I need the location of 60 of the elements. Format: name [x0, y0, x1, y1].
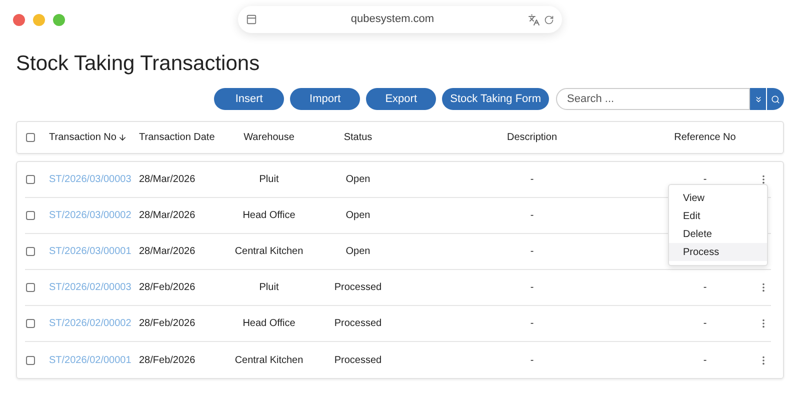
table-cell-text: 28/Mar/2026: [139, 245, 196, 259]
sidebar-icon[interactable]: [246, 14, 257, 25]
table-cell-text: -: [529, 173, 535, 187]
menu-item[interactable]: Edit: [669, 207, 767, 225]
table-cell-text: -: [529, 245, 535, 259]
table-cell-text: -: [529, 281, 535, 295]
table-cell-text: Processed: [333, 317, 383, 331]
toolbar-button[interactable]: Stock Taking Form: [442, 88, 549, 110]
row-checkbox[interactable]: [26, 133, 35, 142]
column-header[interactable]: Reference No: [657, 130, 753, 145]
table-cell-text: Central Kitchen: [234, 354, 304, 368]
table-cell-text: Open: [344, 209, 372, 223]
double-chevron-down-icon: [754, 94, 762, 104]
search-icon: [771, 94, 780, 104]
column-header[interactable]: Transaction No: [49, 130, 139, 145]
table-cell-text: 28/Feb/2026: [139, 317, 196, 331]
table-cell-text: Processed: [333, 281, 383, 295]
url-text: qubesystem.com: [350, 12, 436, 28]
table-cell-text: -: [529, 209, 535, 223]
table-cell-text: -: [702, 281, 708, 295]
table-cell-text: Pluit: [258, 281, 280, 295]
menu-item[interactable]: Delete: [669, 225, 767, 243]
table-cell-text: -: [702, 317, 708, 331]
table-cell-text: Open: [344, 173, 372, 187]
row-checkbox[interactable]: [26, 356, 35, 364]
column-header[interactable]: Warehouse: [229, 130, 309, 145]
search-field[interactable]: Search ...: [556, 88, 750, 110]
row-checkbox[interactable]: [26, 211, 35, 220]
table-cell-text: Processed: [333, 354, 383, 368]
table-cell-text: 28/Feb/2026: [139, 354, 196, 368]
table-cell-text: -: [529, 354, 535, 368]
column-header[interactable]: Description: [407, 130, 657, 145]
row-checkbox[interactable]: [26, 247, 35, 256]
column-header[interactable]: Transaction Date: [139, 130, 229, 145]
menu-item[interactable]: Process: [669, 243, 767, 261]
translate-icon[interactable]: [528, 14, 540, 26]
toolbar-button[interactable]: Export: [366, 88, 436, 110]
table-cell-text: 28/Mar/2026: [139, 173, 196, 187]
table-cell-text: -: [702, 173, 708, 187]
toolbar-button[interactable]: Import: [290, 88, 360, 110]
table-cell-text: -: [529, 317, 535, 331]
toolbar-button[interactable]: Insert: [214, 88, 284, 110]
search-button[interactable]: [767, 88, 784, 110]
row-checkbox[interactable]: [26, 319, 35, 328]
column-header[interactable]: Status: [309, 130, 407, 145]
page-title: Stock Taking Transactions: [16, 51, 261, 77]
row-checkbox[interactable]: [26, 175, 35, 184]
expand-search-button[interactable]: [750, 88, 767, 110]
table-cell-text: Head Office: [242, 317, 296, 331]
table-cell-text: Pluit: [258, 173, 280, 187]
reload-icon[interactable]: [544, 14, 554, 24]
address-bar[interactable]: qubesystem.com: [238, 6, 562, 33]
table-cell-text: 28/Mar/2026: [139, 209, 196, 223]
table-cell-text: 28/Feb/2026: [139, 281, 196, 295]
table-cell-text: Head Office: [242, 209, 296, 223]
row-checkbox[interactable]: [26, 283, 35, 292]
menu-item[interactable]: View: [669, 189, 767, 207]
table-cell-text: -: [702, 354, 708, 368]
table-cell-text: Central Kitchen: [234, 245, 304, 259]
table-cell-text: Open: [344, 245, 372, 259]
